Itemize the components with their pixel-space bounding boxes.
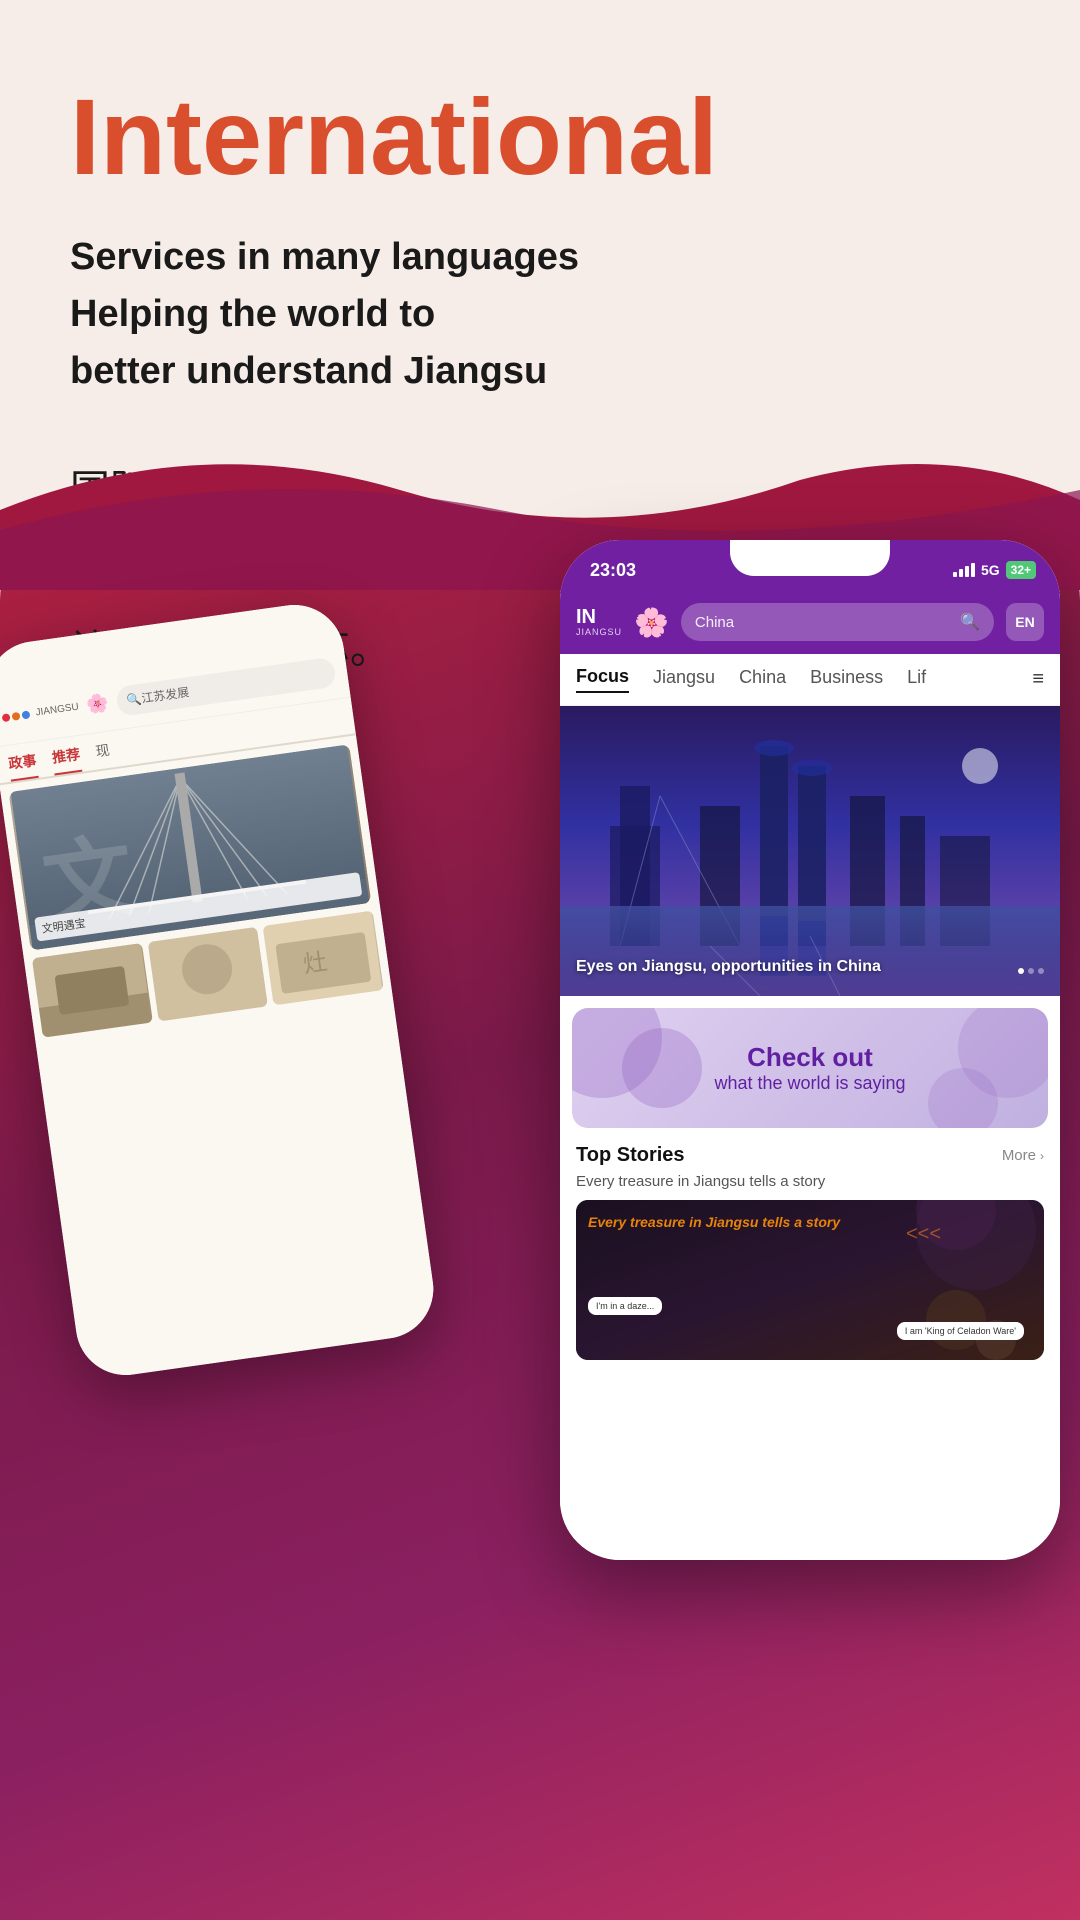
status-icons: 5G 32+ (953, 561, 1036, 579)
back-content: 文 文明遇宝 (0, 735, 393, 1047)
tab-focus[interactable]: Focus (576, 666, 629, 693)
in-logo-text: IN (576, 607, 596, 627)
back-search-text: 江苏发展 (140, 683, 190, 707)
signal-bars-icon (953, 563, 975, 577)
story-overlay-text: Every treasure in Jiangsu tells a story (588, 1212, 964, 1233)
hero-card: Eyes on Jiangsu, opportunities in China (560, 706, 1060, 996)
checkout-subtitle: what the world is saying (714, 1073, 905, 1094)
checkout-card[interactable]: Check out what the world is saying (572, 1008, 1048, 1128)
back-tab-recommend[interactable]: 推荐 (51, 744, 83, 776)
speech-bubble-1: I'm in a daze... (588, 1297, 662, 1315)
phone-front: 23:03 5G 32+ IN JIANGSU (560, 540, 1060, 1560)
story-thumbnail[interactable]: <<< Every treasure in Jiangsu tells a st… (576, 1200, 1044, 1360)
hero-carousel-dots (1018, 968, 1044, 974)
in-jiangsu-logo: IN JIANGSU (576, 607, 622, 637)
status-time: 23:03 (590, 560, 636, 581)
back-small-1 (32, 943, 153, 1038)
phone-back-inner: JIANGSU 🌸 🔍 江苏发展 政事 推荐 现 (0, 599, 440, 1382)
back-tab-xian[interactable]: 现 (94, 740, 112, 770)
tab-business[interactable]: Business (810, 667, 883, 692)
back-logo-char: 🌸 (85, 692, 110, 716)
phone-notch (730, 540, 890, 576)
back-small-3: 灶 (263, 911, 384, 1006)
language-badge[interactable]: EN (1006, 603, 1044, 641)
top-stories-section: Top Stories More › Every treasure in Jia… (560, 1128, 1060, 1368)
battery-badge: 32+ (1006, 561, 1036, 579)
back-small-2 (147, 927, 268, 1022)
chevron-right-icon: › (1040, 1149, 1044, 1163)
stories-description: Every treasure in Jiangsu tells a story (576, 1173, 1044, 1190)
hamburger-icon[interactable]: ≡ (1032, 668, 1044, 691)
search-value: China (695, 614, 952, 631)
tab-lif[interactable]: Lif (907, 667, 926, 692)
back-logo: JIANGSU (1, 702, 79, 724)
tab-china[interactable]: China (739, 667, 786, 692)
phone-back: JIANGSU 🌸 🔍 江苏发展 政事 推荐 现 (0, 599, 440, 1382)
stories-more-btn[interactable]: More › (1002, 1147, 1044, 1164)
flower-icon: 🌸 (634, 606, 669, 639)
checkout-title: Check out (747, 1042, 873, 1073)
back-tab-section[interactable]: 政事 (7, 750, 39, 782)
stories-header: Top Stories More › (576, 1144, 1044, 1167)
search-icon: 🔍 (960, 612, 980, 632)
back-logo-dots (2, 710, 31, 722)
speech-bubble-2: I am 'King of Celadon Ware' (897, 1322, 1024, 1340)
nav-tabs-bar: Focus Jiangsu China Business Lif ≡ (560, 654, 1060, 706)
front-header: IN JIANGSU 🌸 China 🔍 EN (560, 590, 1060, 654)
jiangsu-logo-text: JIANGSU (576, 627, 622, 637)
subtitle-en: Services in many languages Helping the w… (70, 229, 1010, 400)
hero-caption: Eyes on Jiangsu, opportunities in China (576, 958, 1020, 976)
tab-jiangsu[interactable]: Jiangsu (653, 667, 715, 692)
back-jiangsu-label: JIANGSU (35, 702, 79, 719)
search-bar[interactable]: China 🔍 (681, 603, 994, 641)
main-title: International (70, 80, 1010, 193)
phones-container: JIANGSU 🌸 🔍 江苏发展 政事 推荐 现 (0, 520, 1080, 1920)
stories-title-label: Top Stories (576, 1144, 685, 1167)
5g-badge: 5G (981, 562, 1000, 578)
app-icon: 🌸 (634, 606, 669, 639)
deco-circle-2 (622, 1028, 702, 1108)
svg-text:灶: 灶 (302, 948, 330, 978)
phone-front-inner: 23:03 5G 32+ IN JIANGSU (560, 540, 1060, 1560)
